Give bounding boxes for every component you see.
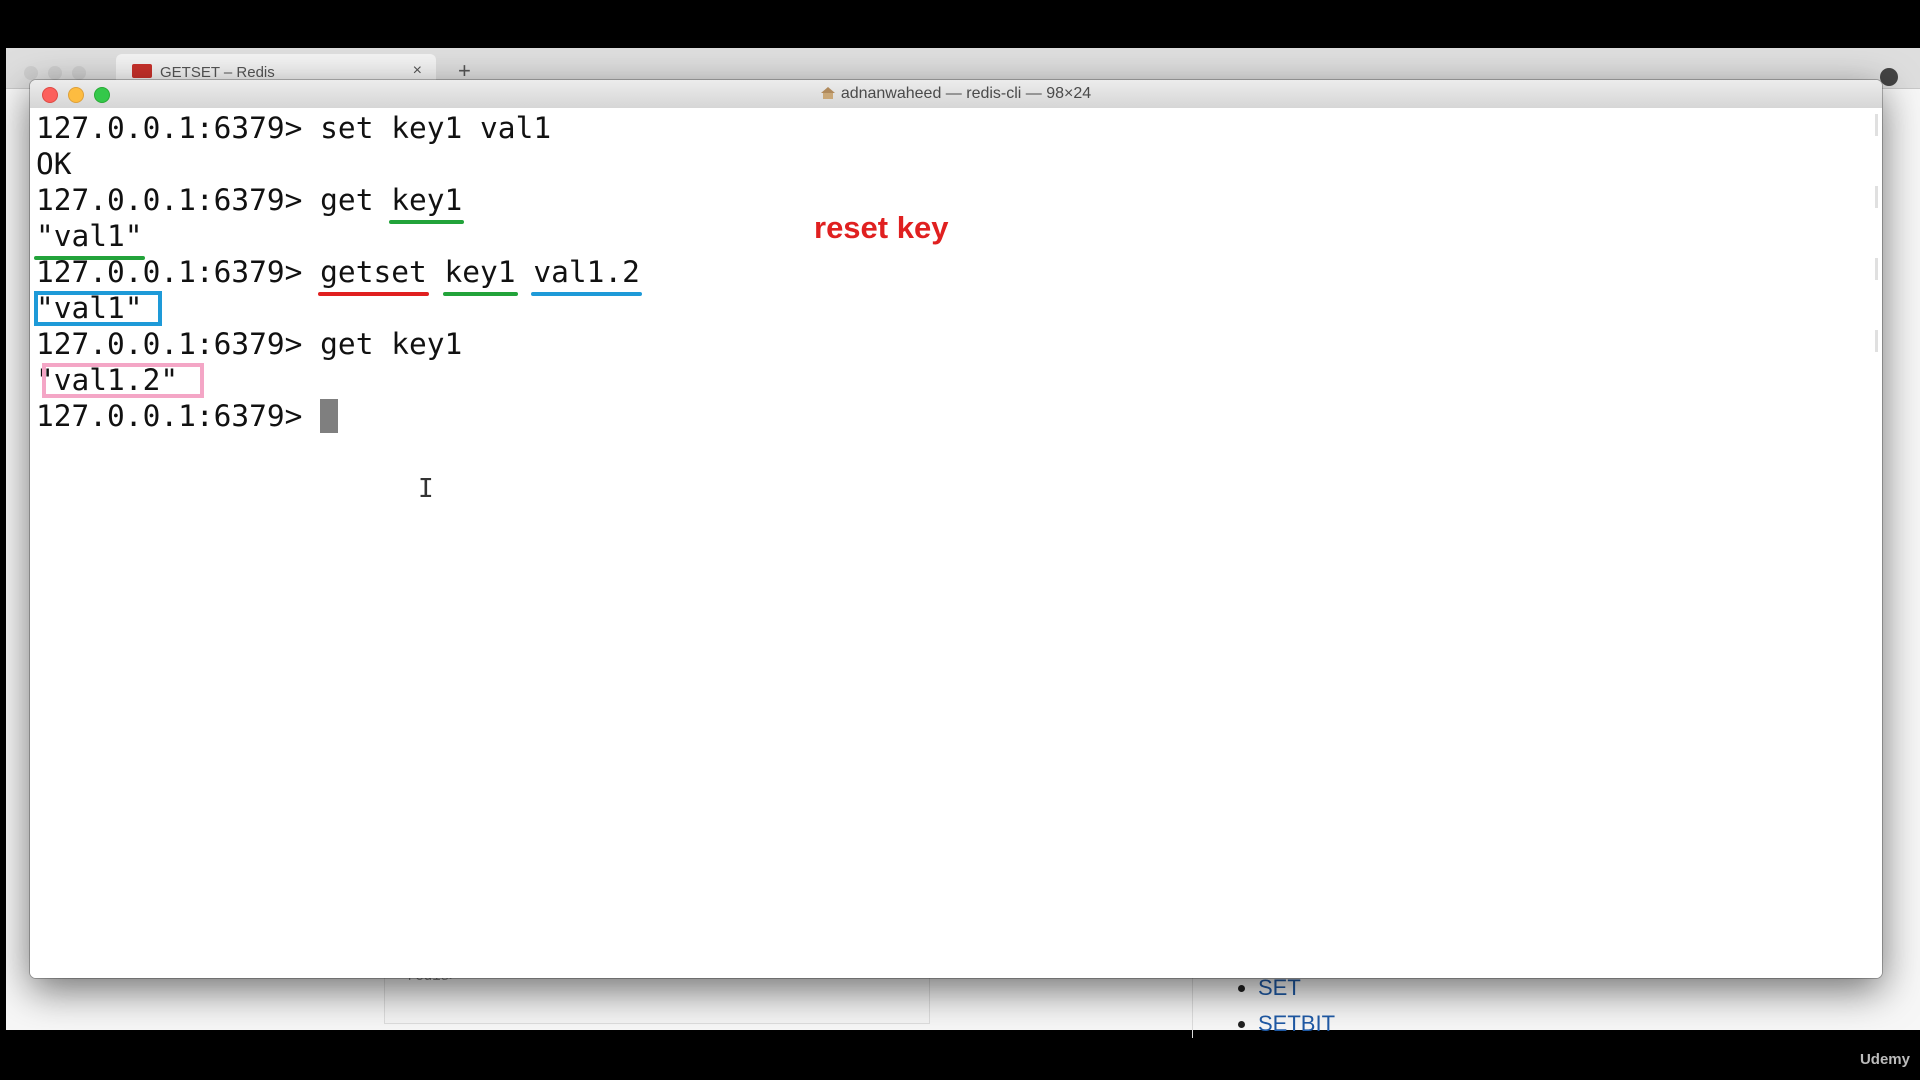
text-cursor xyxy=(320,399,339,433)
browser-zoom-light[interactable] xyxy=(72,66,86,80)
value-output-underlined: "val1" xyxy=(34,219,145,260)
terminal-input-line[interactable]: 127.0.0.1:6379> xyxy=(36,398,339,434)
terminal-titlebar: adnanwaheed — redis-cli — 98×24 xyxy=(30,80,1882,109)
key-arg-underlined: key1 xyxy=(442,255,518,296)
terminal-line: OK xyxy=(36,146,72,182)
prompt: 127.0.0.1:6379> xyxy=(36,111,321,145)
command-link-setbit[interactable]: SETBIT xyxy=(1258,1006,1335,1042)
prompt: 127.0.0.1:6379> xyxy=(36,327,321,361)
browser-minimize-light[interactable] xyxy=(48,66,62,80)
udemy-watermark: Udemy xyxy=(1859,1051,1910,1068)
terminal-title-text: adnanwaheed — redis-cli — 98×24 xyxy=(840,85,1092,102)
tab-close-icon[interactable]: × xyxy=(413,62,422,80)
browser-tab-title: GETSET – Redis xyxy=(160,64,275,81)
old-value-highlight-box xyxy=(34,291,162,326)
terminal-line: 127.0.0.1:6379> get key1 xyxy=(36,326,462,362)
command-arg: key1 xyxy=(391,327,463,361)
terminal-line: 127.0.0.1:6379> getset key1 val1.2 xyxy=(36,254,642,296)
scroll-mark xyxy=(1875,330,1878,352)
terminal-title: adnanwaheed — redis-cli — 98×24 xyxy=(30,85,1882,103)
terminal-line: 127.0.0.1:6379> get key1 xyxy=(36,182,465,224)
terminal-window: adnanwaheed — redis-cli — 98×24 127.0.0.… xyxy=(30,80,1882,978)
related-commands-list: SET SETBIT xyxy=(1232,970,1335,1042)
terminal-line: "val1" xyxy=(34,218,145,260)
text-ibeam-icon: I xyxy=(418,474,434,504)
terminal-output[interactable]: 127.0.0.1:6379> set key1 val1 OK 127.0.0… xyxy=(30,108,1882,978)
terminal-line: 127.0.0.1:6379> set key1 val1 xyxy=(36,110,551,146)
profile-icon[interactable] xyxy=(1880,68,1898,86)
key-arg-underlined: key1 xyxy=(389,183,465,224)
prompt: 127.0.0.1:6379> xyxy=(36,183,321,217)
scroll-mark xyxy=(1875,186,1878,208)
command-arg: key1 xyxy=(391,111,463,145)
annotation-label: reset key xyxy=(814,210,949,245)
home-icon xyxy=(820,87,835,99)
new-value-highlight-box xyxy=(42,363,204,398)
command: set xyxy=(320,111,374,145)
command-arg: val1 xyxy=(480,111,552,145)
terminal-line: "val1.2" xyxy=(36,362,204,398)
prompt: 127.0.0.1:6379> xyxy=(36,399,321,433)
scroll-mark xyxy=(1875,258,1878,280)
redis-favicon-icon xyxy=(132,64,152,78)
getset-command-underlined: getset xyxy=(318,255,429,296)
prompt: 127.0.0.1:6379> xyxy=(36,255,321,289)
browser-close-light[interactable] xyxy=(24,66,38,80)
scroll-mark xyxy=(1875,114,1878,136)
new-value-arg-underlined: val1.2 xyxy=(531,255,642,296)
command: get xyxy=(320,327,374,361)
terminal-line: "val1" xyxy=(34,290,162,326)
command-output: OK xyxy=(36,147,72,181)
command: get xyxy=(320,183,374,217)
